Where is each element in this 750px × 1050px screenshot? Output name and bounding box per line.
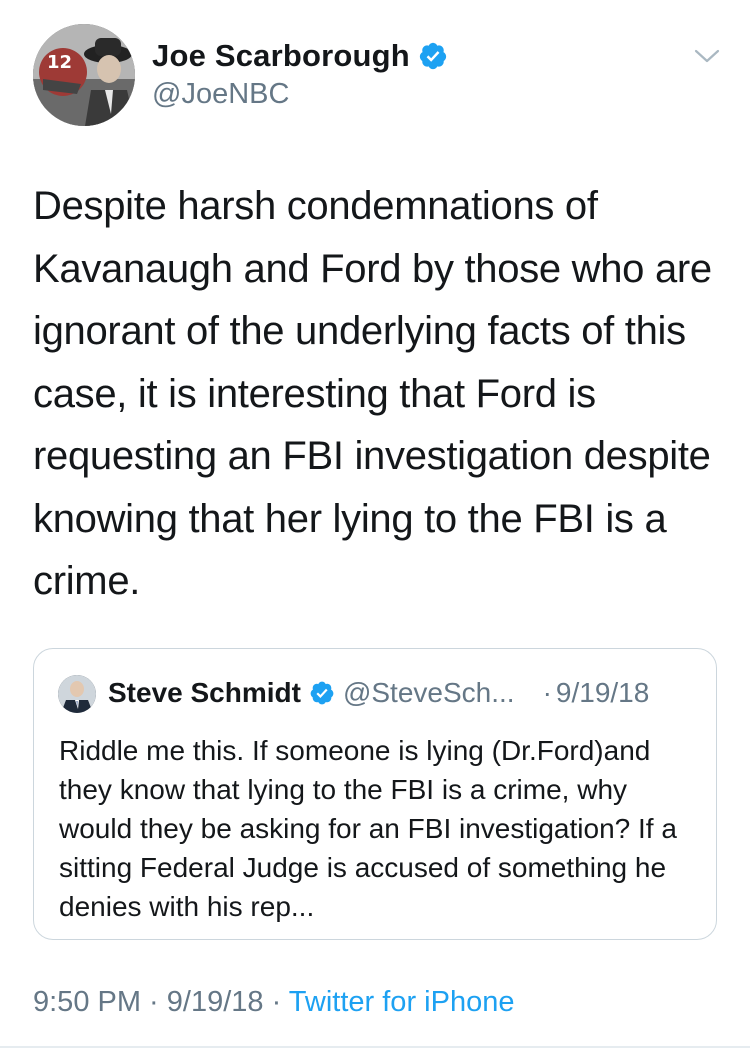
author-avatar[interactable]: 12: [33, 24, 135, 126]
tweet-date: 9/19/18: [166, 986, 264, 1018]
user-avatar-icon: [58, 675, 96, 713]
quoted-display-name: Steve Schmidt: [108, 677, 301, 708]
quoted-header: Steve Schmidt @SteveSch... · 9/19/18: [108, 677, 649, 709]
author-name-row: Joe Scarborough: [152, 38, 448, 74]
quoted-handle: @SteveSch...: [342, 677, 515, 708]
quoted-separator: ·: [542, 677, 552, 708]
verified-badge-icon: [419, 42, 447, 70]
quoted-date: 9/19/18: [555, 677, 650, 708]
divider: [0, 1046, 750, 1048]
verified-badge-icon: [310, 681, 334, 705]
chevron-down-icon[interactable]: [693, 46, 721, 66]
tweet-metadata: 9:50 PM · 9/19/18 · Twitter for iPhone: [33, 986, 514, 1019]
author-handle[interactable]: @JoeNBC: [152, 78, 289, 111]
quoted-text: Riddle me this. If someone is lying (Dr.…: [59, 735, 677, 922]
meta-separator: ·: [141, 986, 167, 1018]
quoted-tweet[interactable]: Steve Schmidt @SteveSch... · 9/19/18 Rid…: [33, 648, 717, 940]
svg-text:12: 12: [47, 52, 72, 73]
tweet-source-link[interactable]: Twitter for iPhone: [289, 986, 515, 1018]
quoted-author-avatar[interactable]: [58, 675, 96, 713]
tweet-card: 12 Joe Scarborough @JoeNBC Despite harsh…: [0, 0, 750, 1050]
user-avatar-icon: 12: [33, 24, 135, 126]
tweet-text: Despite harsh condemnations of Kavanaugh…: [33, 184, 712, 603]
meta-separator: ·: [263, 986, 289, 1018]
tweet-time: 9:50 PM: [33, 986, 141, 1018]
author-display-name[interactable]: Joe Scarborough: [152, 38, 410, 74]
